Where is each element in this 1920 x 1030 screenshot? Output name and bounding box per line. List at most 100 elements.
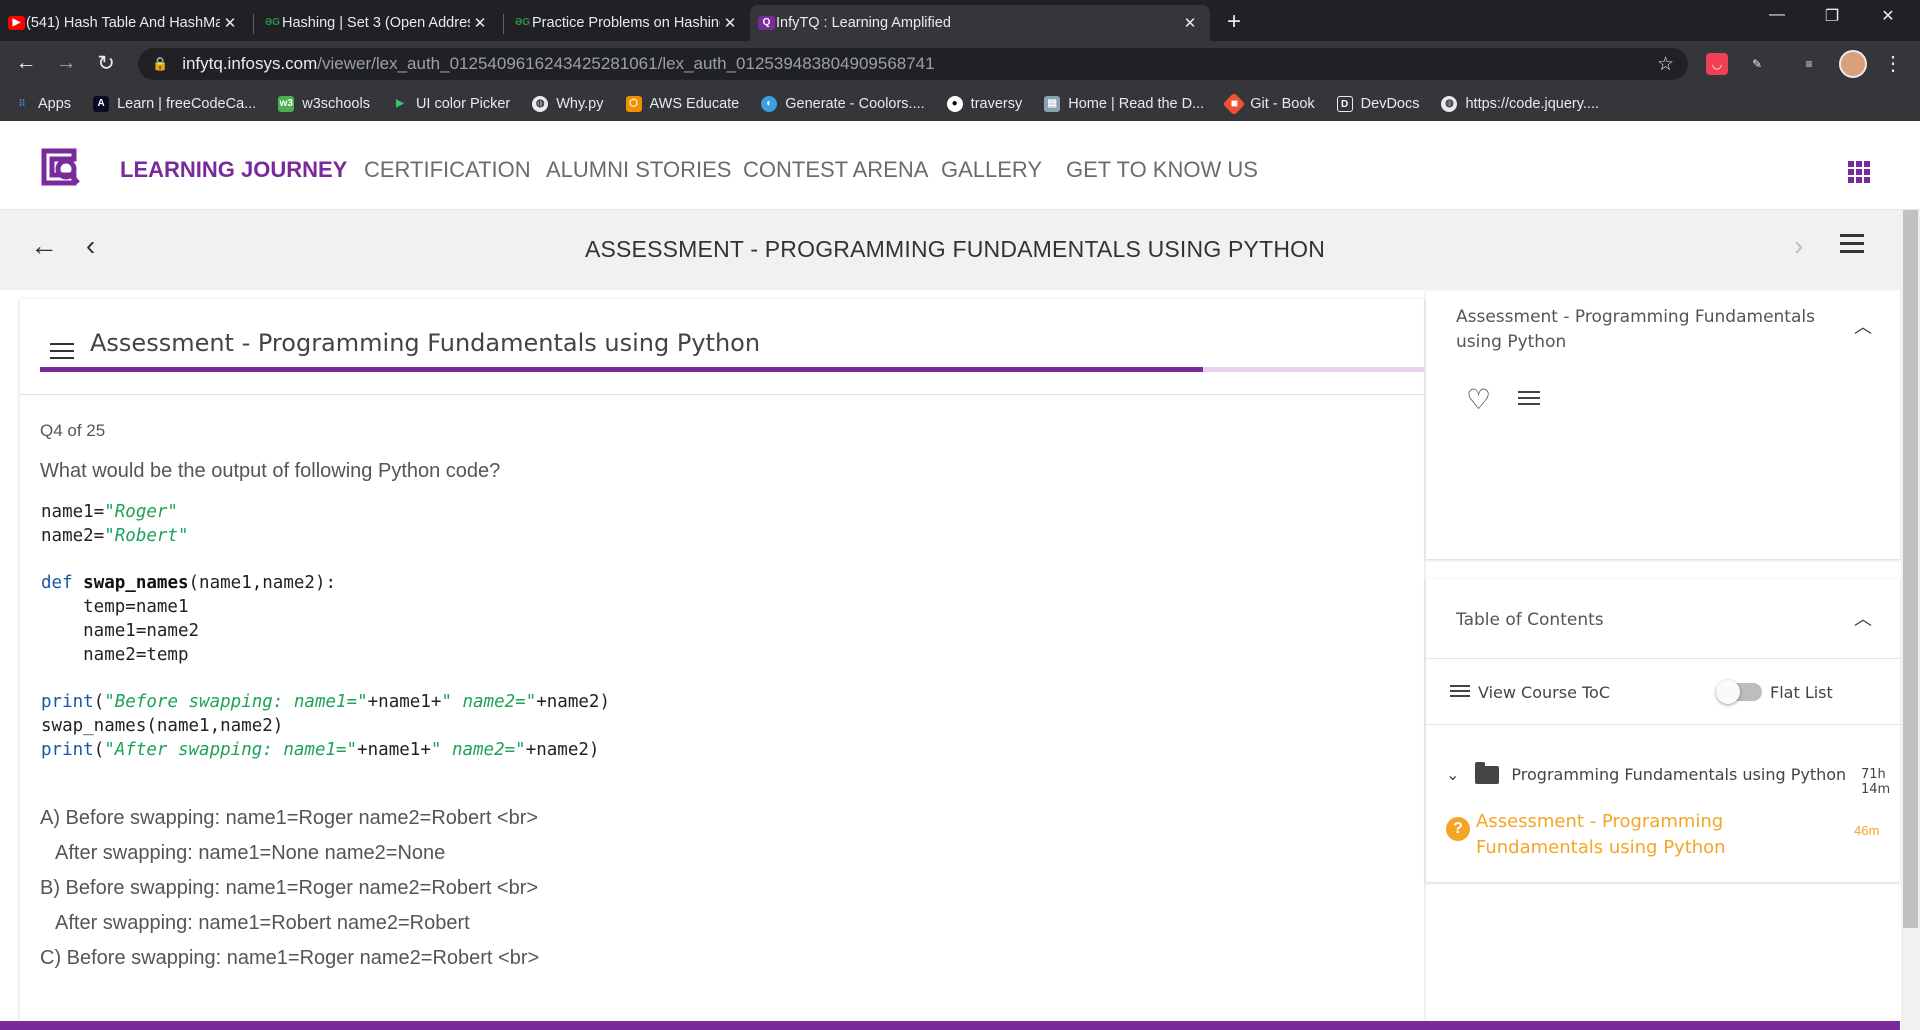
globe-icon: ◍: [1441, 96, 1458, 112]
course-duration: 71h 14m: [1861, 767, 1891, 797]
close-tab-icon[interactable]: ✕: [720, 14, 740, 32]
bookmark-item[interactable]: D DevDocs: [1336, 96, 1419, 112]
readthedocs-icon: ▤: [1044, 96, 1061, 112]
apps-grid-icon[interactable]: [1848, 161, 1870, 183]
bookmark-item[interactable]: ⁝⁝ Apps: [14, 96, 71, 112]
apps-grid-icon: ⁝⁝: [18, 98, 26, 109]
git-icon: ◆: [1222, 92, 1246, 116]
browser-tab-strip: ▶ (541) Hash Table And HashMap I ✕ ƏG Ha…: [0, 0, 1920, 41]
nav-certification[interactable]: CERTIFICATION: [364, 157, 531, 183]
toc-item-title: Assessment - Programming Fundamentals us…: [1476, 811, 1726, 858]
assessment-header: Assessment - Programming Fundamentals us…: [20, 299, 1424, 395]
bookmark-item[interactable]: ● traversy: [946, 96, 1022, 112]
question-text: What would be the output of following Py…: [40, 460, 501, 482]
nav-learning-journey[interactable]: LEARNING JOURNEY: [120, 157, 347, 183]
lock-icon: 🔒: [152, 56, 169, 71]
progress-bar-fill: [40, 367, 1203, 372]
close-tab-icon[interactable]: ✕: [1180, 14, 1200, 32]
toc-title: Table of Contents: [1456, 610, 1604, 630]
pen-extension-icon[interactable]: ✎: [1746, 53, 1768, 75]
geeksforgeeks-icon: ƏG: [264, 17, 281, 28]
site-header: LEARNING JOURNEY CERTIFICATION ALUMNI ST…: [0, 121, 1920, 210]
browser-tab[interactable]: ƏG Hashing | Set 3 (Open Addressinc ✕: [256, 5, 500, 41]
browser-tab[interactable]: ▶ (541) Hash Table And HashMap I ✕: [0, 5, 250, 41]
bookmark-item[interactable]: w3 w3schools: [278, 96, 370, 112]
table-of-contents-card: Table of Contents ︿ View Course ToC Flat…: [1426, 579, 1900, 882]
browser-tab[interactable]: ƏG Practice Problems on Hashing - C ✕: [506, 5, 750, 41]
nav-gallery[interactable]: GALLERY: [941, 157, 1042, 183]
menu-icon[interactable]: [50, 343, 74, 364]
flat-list-toggle[interactable]: [1716, 680, 1762, 704]
play-icon: ▶: [396, 98, 404, 109]
infytq-logo[interactable]: [38, 147, 82, 187]
forward-arrow-icon[interactable]: →: [52, 51, 80, 75]
chevron-up-icon[interactable]: ︿: [1854, 313, 1872, 339]
menu-icon[interactable]: [1840, 234, 1864, 258]
bookmark-item[interactable]: ▤ Home | Read the D...: [1044, 96, 1204, 112]
close-window-button[interactable]: ✕: [1868, 6, 1908, 26]
content-title: Assessment - Programming Fundamentals us…: [1456, 307, 1815, 352]
new-tab-button[interactable]: +: [1220, 8, 1248, 36]
bookmarks-bar: ⁝⁝ Apps A Learn | freeCodeCa... w3 w3school…: [0, 87, 1920, 121]
bookmark-item[interactable]: ◐ Generate - Coolors....: [761, 96, 925, 112]
minimize-button[interactable]: —: [1757, 6, 1797, 24]
question-mark-icon: ?: [1446, 817, 1470, 841]
toc-course-row[interactable]: ⌄ Programming Fundamentals using Python …: [1446, 761, 1906, 797]
page-content: LEARNING JOURNEY CERTIFICATION ALUMNI ST…: [0, 121, 1920, 1030]
address-bar[interactable]: 🔒 infytq.infosys.com /viewer/lex_auth_01…: [138, 48, 1688, 80]
reload-icon[interactable]: ↻: [92, 51, 120, 76]
viewer-title: ASSESSMENT - PROGRAMMING FUNDAMENTALS US…: [584, 236, 1326, 262]
url-path: /viewer/lex_auth_01254096162434252810​61…: [317, 54, 935, 73]
github-icon: ●: [946, 96, 963, 112]
pocket-extension-icon[interactable]: ◡: [1706, 53, 1728, 75]
bookmark-item[interactable]: ◆ Git - Book: [1222, 92, 1315, 116]
reading-list-icon[interactable]: ≡: [1798, 53, 1820, 75]
geeksforgeeks-icon: ƏG: [514, 17, 531, 28]
browser-tab-active[interactable]: Q InfyTQ : Learning Amplified ✕: [750, 5, 1210, 41]
answer-option[interactable]: C) Before swapping: name1=Roger name2=Ro…: [40, 941, 539, 976]
youtube-icon: ▶: [8, 16, 25, 30]
bookmark-item[interactable]: A Learn | freeCodeCa...: [93, 96, 256, 112]
bookmark-star-icon[interactable]: ☆: [1657, 53, 1674, 76]
heart-icon[interactable]: ♡: [1466, 383, 1491, 416]
infytq-icon: Q: [758, 16, 775, 30]
toc-header[interactable]: Table of Contents ︿: [1426, 579, 1900, 659]
page-scrollbar[interactable]: [1901, 210, 1920, 1030]
coolors-icon: ◐: [761, 96, 778, 112]
profile-avatar[interactable]: [1839, 50, 1867, 78]
close-tab-icon[interactable]: ✕: [470, 14, 490, 32]
assessment-title: Assessment - Programming Fundamentals us…: [90, 329, 761, 357]
next-chevron-icon[interactable]: ›: [1794, 230, 1803, 262]
url-host: infytq.infosys.com: [182, 54, 318, 73]
bookmark-item[interactable]: ◍ Why.py: [532, 96, 604, 112]
chevron-down-icon[interactable]: ⌄: [1446, 765, 1459, 784]
answer-option[interactable]: B) Before swapping: name1=Roger name2=Ro…: [40, 871, 538, 941]
close-tab-icon[interactable]: ✕: [220, 14, 240, 32]
nav-contest-arena[interactable]: CONTEST ARENA: [743, 157, 928, 183]
bottom-accent-band: [0, 1021, 1900, 1030]
playlist-add-icon[interactable]: [1518, 391, 1540, 409]
w3schools-icon: w3: [278, 96, 295, 112]
toc-controls: View Course ToC Flat List: [1426, 659, 1900, 725]
scrollbar-thumb[interactable]: [1903, 210, 1918, 928]
course-title: Programming Fundamentals using Python: [1511, 765, 1847, 784]
bookmark-item[interactable]: ⬡ AWS Educate: [625, 96, 739, 112]
view-course-toc-button[interactable]: View Course ToC: [1450, 683, 1610, 702]
list-icon: [1450, 685, 1470, 700]
bookmark-item[interactable]: ◍ https://code.jquery....: [1441, 96, 1599, 112]
chevron-up-icon[interactable]: ︿: [1854, 605, 1872, 631]
flat-list-label: Flat List: [1770, 683, 1833, 702]
restore-button[interactable]: ❐: [1812, 6, 1852, 26]
devdocs-icon: D: [1336, 96, 1353, 112]
answer-option[interactable]: A) Before swapping: name1=Roger name2=Ro…: [40, 801, 538, 871]
nav-alumni-stories[interactable]: ALUMNI STORIES: [546, 157, 731, 183]
browser-menu-icon[interactable]: ⋮: [1883, 51, 1903, 76]
browser-toolbar: ← → ↻ 🔒 infytq.infosys.com /viewer/lex_a…: [0, 41, 1920, 87]
back-arrow-icon[interactable]: ←: [12, 51, 40, 75]
globe-icon: ◍: [532, 96, 549, 112]
assessment-card: Assessment - Programming Fundamentals us…: [20, 299, 1424, 1030]
bookmark-item[interactable]: ▶ UI color Picker: [392, 96, 510, 112]
nav-get-to-know-us[interactable]: GET TO KNOW US: [1066, 157, 1258, 183]
folder-icon: [1475, 761, 1500, 784]
freecodecamp-icon: A: [93, 96, 110, 112]
